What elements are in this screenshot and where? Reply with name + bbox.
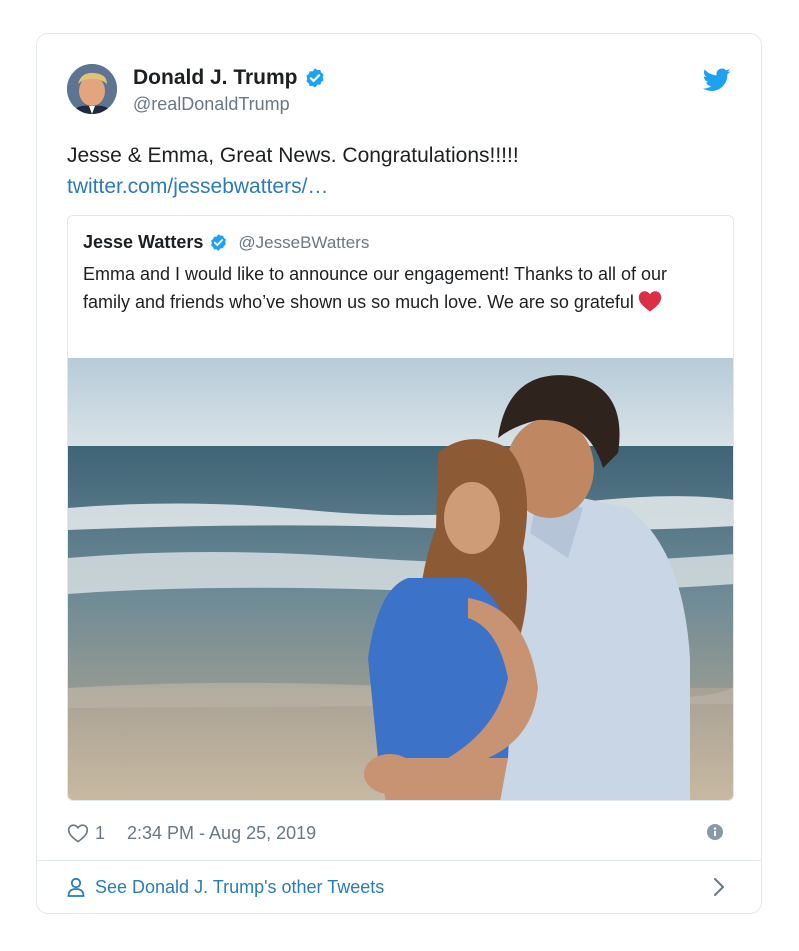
avatar-image — [67, 64, 117, 114]
quoted-tweet-text-block: Emma and I would like to announce our en… — [83, 260, 715, 316]
quoted-author-handle: @JesseBWatters — [238, 232, 370, 252]
quoted-tweet-photo[interactable] — [68, 358, 733, 800]
embedded-tweet-card: Donald J. Trump @realDonaldTrump Jesse &… — [36, 33, 762, 914]
quoted-tweet-header: Jesse Watters @JesseBWatters — [83, 232, 369, 253]
beach-couple-photo — [68, 358, 733, 800]
person-icon — [67, 877, 85, 897]
tweet-footer: 1 2:34 PM - Aug 25, 2019 — [67, 818, 731, 848]
avatar[interactable] — [67, 64, 117, 114]
author-name-row[interactable]: Donald J. Trump — [133, 66, 326, 90]
see-other-tweets-label: See Donald J. Trump's other Tweets — [95, 876, 385, 897]
verified-badge-icon — [211, 234, 227, 251]
chevron-right-icon — [714, 878, 724, 896]
verified-badge-icon — [305, 68, 324, 88]
red-heart-icon — [638, 291, 662, 312]
quoted-author-name: Jesse Watters — [83, 232, 204, 252]
tweet-timestamp[interactable]: 2:34 PM - Aug 25, 2019 — [127, 823, 316, 844]
tweet-body: Jesse & Emma, Great News. Congratulation… — [67, 140, 731, 202]
see-other-tweets-link[interactable]: See Donald J. Trump's other Tweets — [67, 872, 731, 902]
quoted-tweet-text: Emma and I would like to announce our en… — [83, 264, 668, 312]
author-name[interactable]: Donald J. Trump — [133, 66, 298, 90]
quoted-tweet[interactable]: Jesse Watters @JesseBWatters Emma and I … — [67, 215, 734, 801]
like-count: 1 — [95, 822, 106, 843]
tweet-text: Jesse & Emma, Great News. Congratulation… — [67, 144, 519, 167]
tweet-header: Donald J. Trump @realDonaldTrump — [67, 64, 731, 120]
info-icon[interactable] — [707, 824, 723, 840]
author-names: Donald J. Trump @realDonaldTrump — [133, 66, 326, 115]
heart-outline-icon[interactable] — [67, 823, 89, 843]
author-handle[interactable]: @realDonaldTrump — [133, 94, 326, 115]
footer-divider — [37, 860, 761, 861]
tweet-link[interactable]: twitter.com/jessebwatters/… — [67, 171, 731, 202]
twitter-bird-icon[interactable] — [703, 68, 731, 92]
